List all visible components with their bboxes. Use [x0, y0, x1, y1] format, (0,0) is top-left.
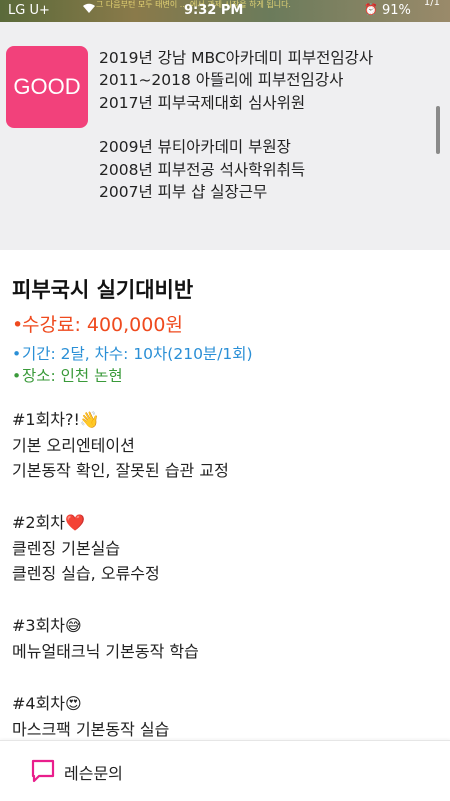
- wifi-icon: [82, 2, 96, 18]
- battery-level: 91%: [382, 3, 411, 18]
- lesson-inquiry-button[interactable]: 레슨문의: [0, 740, 450, 801]
- career-item: 2008년 피부전공 석사학위취득: [99, 161, 306, 179]
- career-item: 2019년 강남 MBC아카데미 피부전임강사: [99, 49, 374, 67]
- lesson-inquiry-label: 레슨문의: [64, 764, 123, 783]
- place-text: 장소: 인천 논현: [22, 367, 123, 385]
- chat-icon: [31, 759, 55, 783]
- session-title: #1회차?!👋: [12, 410, 100, 429]
- course-place: •장소: 인천 논현: [12, 364, 123, 386]
- instructor-profile: GOOD 2019년 강남 MBC아카데미 피부전임강사 2011~2018 아…: [0, 22, 450, 250]
- session-line: 클렌징 실습, 오류수정: [12, 564, 160, 583]
- career-item: 2011~2018 아뜰리에 피부전임강사: [99, 71, 344, 89]
- period-text: 기간: 2달, 차수: 10차(210분/1회): [22, 345, 253, 363]
- career-item: 2009년 뷰티아카데미 부원장: [99, 138, 291, 156]
- clock: 9:32 PM: [184, 3, 244, 18]
- status-bar: 그 다음부턴 모두 태변이 ... 에서 과제 시작을 하게 됩니다. LG U…: [0, 0, 450, 22]
- bullet-dot: •: [12, 367, 22, 385]
- session-line: 메뉴얼태크닉 기본동작 학습: [12, 642, 199, 661]
- course-title: 피부국시 실기대비반: [12, 278, 194, 302]
- session-line: 기본동작 확인, 잘못된 습관 교정: [12, 461, 229, 480]
- good-badge: GOOD: [6, 46, 88, 128]
- alarm-icon: ⏰: [364, 3, 378, 16]
- bullet-dot: •: [12, 314, 24, 336]
- bullet-dot: •: [12, 345, 22, 363]
- scrollbar[interactable]: [436, 106, 440, 154]
- page-indicator: 1/1: [423, 0, 440, 8]
- session-title: #4회차😍: [12, 694, 82, 713]
- session-line: 클렌징 기본실습: [12, 539, 121, 558]
- course-fee: •수강료: 400,000원: [12, 310, 183, 337]
- carrier-label: LG U+: [8, 3, 50, 18]
- fee-text: 수강료: 400,000원: [22, 314, 183, 336]
- career-item: 2007년 피부 샵 실장근무: [99, 183, 268, 201]
- session-title: #2회차❤️: [12, 513, 85, 532]
- career-item: 2017년 피부국제대회 심사위원: [99, 94, 306, 112]
- session-line: 마스크팩 기본동작 실습: [12, 720, 170, 739]
- course-period: •기간: 2달, 차수: 10차(210분/1회): [12, 342, 253, 364]
- session-line: 기본 오리엔테이션: [12, 436, 135, 455]
- session-title: #3회차😅: [12, 616, 82, 635]
